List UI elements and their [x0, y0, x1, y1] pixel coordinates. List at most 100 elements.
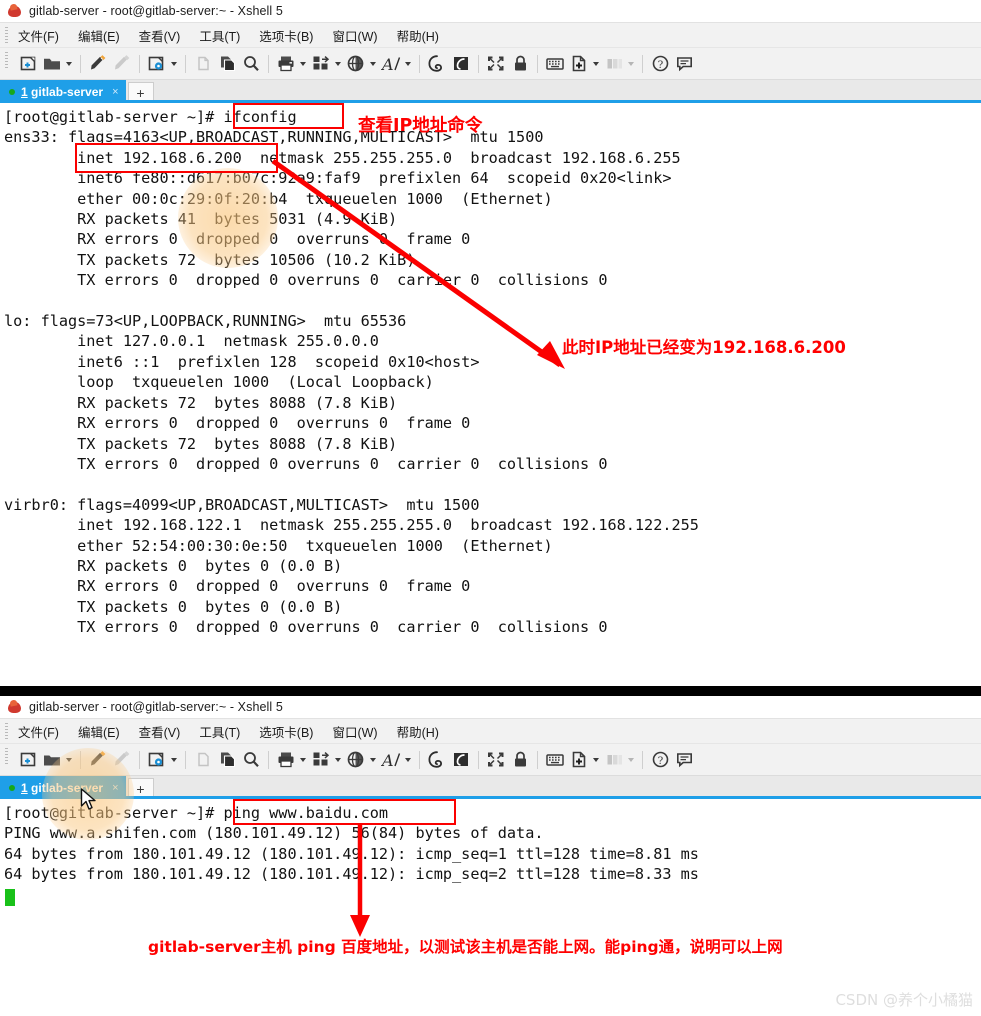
toolbar-bottom: A ? — [0, 743, 981, 775]
globe-icon[interactable] — [344, 52, 368, 76]
toolbar-grip-handle[interactable] — [5, 52, 8, 69]
menu-bar-top: 文件(F) 编辑(E) 查看(V) 工具(T) 选项卡(B) 窗口(W) 帮助(… — [0, 22, 981, 47]
log-record-icon[interactable] — [425, 52, 449, 76]
menu-file[interactable]: 文件(F) — [18, 26, 59, 45]
terminal-text-bottom: [root@gitlab-server ~]# ping www.baidu.c… — [4, 804, 699, 884]
tab-bar-bottom: 1 gitlab-server × + — [0, 775, 981, 799]
toolbar-separator-5 — [419, 54, 420, 73]
find-icon[interactable] — [239, 52, 263, 76]
menu-tools-bottom[interactable]: 工具(T) — [199, 722, 240, 741]
open-folder-icon-bottom[interactable] — [40, 748, 64, 772]
menu-window[interactable]: 窗口(W) — [332, 26, 377, 45]
session-properties-icon-bottom[interactable] — [145, 748, 169, 772]
menu-file-bottom[interactable]: 文件(F) — [18, 722, 59, 741]
terminal-text-top: [root@gitlab-server ~]# ifconfig ens33: … — [4, 108, 699, 637]
session-properties-icon[interactable] — [145, 52, 169, 76]
new-session-icon-bottom[interactable] — [16, 748, 40, 772]
toolbar-separator-5-bottom — [419, 750, 420, 769]
file-transfer-icon[interactable] — [309, 52, 333, 76]
feedback-icon-bottom[interactable] — [672, 748, 696, 772]
menu-help-bottom[interactable]: 帮助(H) — [397, 722, 439, 741]
xshell-window-bottom: gitlab-server - root@gitlab-server:~ - X… — [0, 696, 981, 1016]
toolbar-separator-3 — [185, 54, 186, 73]
font-icon[interactable]: A — [379, 52, 403, 76]
terminal-output-top[interactable]: [root@gitlab-server ~]# ifconfig ens33: … — [0, 103, 981, 683]
menu-edit[interactable]: 编辑(E) — [78, 26, 120, 45]
lock-icon[interactable] — [508, 52, 532, 76]
layout-dropdown-icon — [626, 52, 635, 76]
fullscreen-icon[interactable] — [484, 52, 508, 76]
menu-grip-handle[interactable] — [5, 27, 8, 44]
file-transfer-dropdown-icon[interactable] — [333, 52, 342, 76]
file-transfer-dropdown-icon-bottom[interactable] — [333, 748, 342, 772]
print-dropdown-icon-bottom[interactable] — [298, 748, 307, 772]
menu-help[interactable]: 帮助(H) — [397, 26, 439, 45]
lock-icon-bottom[interactable] — [508, 748, 532, 772]
connect-icon-bottom[interactable] — [86, 748, 110, 772]
new-file-icon[interactable] — [567, 52, 591, 76]
print-dropdown-icon[interactable] — [298, 52, 307, 76]
menu-window-bottom[interactable]: 窗口(W) — [332, 722, 377, 741]
open-folder-dropdown-icon-bottom[interactable] — [64, 748, 73, 772]
help-icon-bottom[interactable]: ? — [648, 748, 672, 772]
highlight-set-icon[interactable] — [449, 52, 473, 76]
svg-text:A: A — [381, 55, 394, 73]
terminal-output-bottom[interactable]: [root@gitlab-server ~]# ping www.baidu.c… — [0, 799, 981, 1014]
xshell-app-icon-bottom — [7, 699, 23, 715]
copy-icon[interactable] — [215, 52, 239, 76]
keyboard-icon[interactable] — [543, 52, 567, 76]
fullscreen-icon-bottom[interactable] — [484, 748, 508, 772]
tab-label-bottom: 1 gitlab-server — [21, 780, 104, 795]
menu-tabs[interactable]: 选项卡(B) — [259, 26, 313, 45]
new-file-dropdown-icon-bottom[interactable] — [591, 748, 600, 772]
new-file-dropdown-icon[interactable] — [591, 52, 600, 76]
menu-tabs-bottom[interactable]: 选项卡(B) — [259, 722, 313, 741]
toolbar-separator-1-bottom — [80, 750, 81, 769]
tab-status-dot-icon — [9, 88, 15, 95]
session-properties-dropdown-icon-bottom[interactable] — [169, 748, 178, 772]
toolbar-separator-8-bottom — [642, 750, 643, 769]
feedback-icon[interactable] — [672, 52, 696, 76]
toolbar-grip-handle-bottom[interactable] — [5, 748, 8, 765]
font-dropdown-icon[interactable] — [403, 52, 412, 76]
open-folder-icon[interactable] — [40, 52, 64, 76]
font-icon-bottom[interactable]: A — [379, 748, 403, 772]
globe-dropdown-icon[interactable] — [368, 52, 377, 76]
connect-icon[interactable] — [86, 52, 110, 76]
menu-tools[interactable]: 工具(T) — [199, 26, 240, 45]
title-bar-bottom: gitlab-server - root@gitlab-server:~ - X… — [0, 696, 981, 718]
new-session-icon[interactable] — [16, 52, 40, 76]
toolbar-separator-2 — [139, 54, 140, 73]
globe-dropdown-icon-bottom[interactable] — [368, 748, 377, 772]
log-record-icon-bottom[interactable] — [425, 748, 449, 772]
session-properties-dropdown-icon[interactable] — [169, 52, 178, 76]
toolbar-top: A ? — [0, 47, 981, 79]
toolbar-separator-2-bottom — [139, 750, 140, 769]
annotation-text-ping: gitlab-server主机 ping 百度地址，以测试该主机是否能上网。能p… — [148, 938, 783, 956]
file-transfer-icon-bottom[interactable] — [309, 748, 333, 772]
globe-icon-bottom[interactable] — [344, 748, 368, 772]
print-icon[interactable] — [274, 52, 298, 76]
highlight-set-icon-bottom[interactable] — [449, 748, 473, 772]
new-file-icon-bottom[interactable] — [567, 748, 591, 772]
terminal-cursor — [5, 889, 15, 906]
menu-grip-handle-bottom[interactable] — [5, 723, 8, 740]
window-title-bottom: gitlab-server - root@gitlab-server:~ - X… — [29, 700, 283, 714]
menu-edit-bottom[interactable]: 编辑(E) — [78, 722, 120, 741]
tab-close-icon-bottom[interactable]: × — [112, 782, 118, 794]
font-dropdown-icon-bottom[interactable] — [403, 748, 412, 772]
help-icon[interactable]: ? — [648, 52, 672, 76]
tab-bar-top: 1 gitlab-server × + — [0, 79, 981, 103]
svg-text:A: A — [381, 751, 394, 769]
keyboard-icon-bottom[interactable] — [543, 748, 567, 772]
toolbar-separator-8 — [642, 54, 643, 73]
cut-icon — [191, 52, 215, 76]
svg-text:?: ? — [657, 59, 663, 71]
copy-icon-bottom[interactable] — [215, 748, 239, 772]
tab-close-icon[interactable]: × — [112, 86, 118, 98]
find-icon-bottom[interactable] — [239, 748, 263, 772]
menu-view[interactable]: 查看(V) — [139, 26, 181, 45]
print-icon-bottom[interactable] — [274, 748, 298, 772]
open-folder-dropdown-icon[interactable] — [64, 52, 73, 76]
menu-view-bottom[interactable]: 查看(V) — [139, 722, 181, 741]
